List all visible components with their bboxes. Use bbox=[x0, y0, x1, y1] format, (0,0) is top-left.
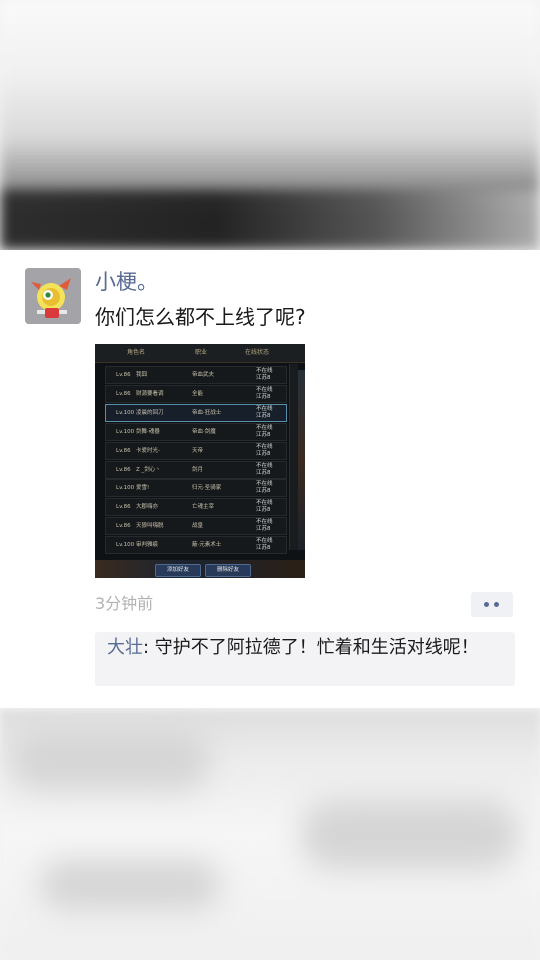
image-scrollbar bbox=[289, 364, 298, 550]
post-text: 你们怎么都不上线了呢? bbox=[95, 305, 306, 329]
image-table-row: Lv.86 我囧 帝血武夫 不在线 江苏8 bbox=[105, 366, 287, 384]
comments-section: 大壮: 守护不了阿拉德了！忙着和生活对线呢！ bbox=[95, 632, 515, 686]
image-row-job: 帝血·剑魔 bbox=[192, 428, 216, 435]
image-table-header: 角色名 职业 在线状态 bbox=[95, 344, 305, 363]
anime-character-icon bbox=[25, 268, 81, 324]
more-actions-button[interactable] bbox=[471, 592, 513, 617]
image-row-level: Lv.100 bbox=[116, 542, 135, 549]
image-row-level: Lv.100 bbox=[116, 428, 135, 435]
image-table-row: Lv.86 Z _剑心丶 剑月 不在线 江苏8 bbox=[105, 460, 287, 479]
post-image-game-friend-list[interactable]: 角色名 职业 在线状态 离线 Lv.86我囧帝血武夫不在线江苏8Lv.86财源要… bbox=[95, 344, 305, 578]
image-row-name: 我囧 bbox=[136, 372, 148, 378]
image-row-job: 天帝 bbox=[192, 447, 204, 454]
image-row-name: 大郡嗨亦 bbox=[136, 504, 159, 511]
image-row-level: Lv.100 bbox=[116, 485, 135, 492]
image-row-name: Z _剑心丶 bbox=[136, 466, 161, 473]
more-dots-icon bbox=[494, 602, 499, 607]
image-row-job: 剑月 bbox=[192, 466, 204, 473]
comment-separator: : bbox=[143, 637, 155, 658]
image-header-name: 角色名 bbox=[127, 349, 146, 356]
image-row-status-line: 江苏8 bbox=[256, 393, 271, 400]
image-table-row: Lv.100 凌晨的回刀 帝血·狂战士 不在线 江苏8 bbox=[105, 403, 287, 422]
image-row-status-line: 江苏8 bbox=[256, 526, 271, 533]
image-table-row: Lv.100 审判雅痕 蔽·元素术士 不在线 江苏8 bbox=[105, 536, 287, 555]
image-row-level: Lv.86 bbox=[116, 372, 131, 378]
image-row-status-line: 不在线 bbox=[256, 368, 273, 374]
blurred-background-bottom bbox=[0, 710, 540, 960]
image-row-status-line: 江苏8 bbox=[256, 545, 271, 552]
image-row-status-line: 江苏8 bbox=[256, 431, 271, 438]
image-row-job: 蔽·元素术士 bbox=[192, 542, 222, 549]
image-row-status-line: 不在线 bbox=[256, 462, 273, 469]
image-table-row: Lv.86 卡爱时光- 天帝 不在线 江苏8 bbox=[105, 441, 287, 460]
blurred-background-top bbox=[0, 0, 540, 250]
image-row-name: 剑舞·魂器 bbox=[136, 428, 160, 435]
image-row-status-line: 不在线 bbox=[256, 424, 273, 431]
image-row-level: Lv.86 bbox=[116, 466, 131, 473]
image-row-level: Lv.86 bbox=[116, 504, 131, 511]
image-footer: 添加好友 删除好友 bbox=[95, 560, 305, 578]
image-row-status-line: 江苏8 bbox=[256, 450, 271, 457]
image-row-status: 不在线 江苏8 bbox=[256, 500, 273, 514]
image-row-status: 不在线 江苏8 bbox=[256, 387, 273, 401]
image-row-level: Lv.86 bbox=[116, 447, 131, 454]
image-row-name: 财源要看调 bbox=[136, 390, 164, 397]
image-row-status: 不在线 江苏8 bbox=[256, 481, 273, 495]
image-row-status-line: 江苏8 bbox=[256, 469, 271, 476]
image-row-status-line: 不在线 bbox=[256, 443, 273, 450]
image-delete-friend-button: 删除好友 bbox=[205, 564, 251, 577]
image-row-name: 卡爱时光- bbox=[136, 447, 160, 454]
image-row-status-line: 不在线 bbox=[256, 386, 273, 393]
image-row-level: Lv.86 bbox=[116, 523, 131, 530]
image-header-status: 在线状态 bbox=[245, 349, 270, 356]
image-row-job: 全能 bbox=[192, 390, 204, 397]
image-table-row: Lv.86 天狼叫嗨脱 战皇 不在线 江苏8 bbox=[105, 517, 287, 536]
image-table-row: Lv.100 剑舞·魂器 帝血·剑魔 不在线 江苏8 bbox=[105, 422, 287, 441]
image-row-status-line: 不在线 bbox=[256, 405, 273, 412]
image-row-job: 亡魂主宰 bbox=[192, 504, 215, 511]
image-row-status-line: 江苏8 bbox=[256, 412, 271, 419]
image-row-status: 不在线 江苏8 bbox=[256, 463, 273, 477]
image-row-job: 归元·圣骑家 bbox=[192, 485, 222, 492]
image-table-row: Lv.100 爱雪! 归元·圣骑家 不在线 江苏8 bbox=[105, 479, 287, 498]
image-row-job: 帝血·狂战士 bbox=[192, 409, 222, 416]
image-row-name: 审判雅痕 bbox=[136, 542, 159, 549]
image-row-status: 不在线 江苏8 bbox=[256, 444, 273, 458]
image-row-status-line: 江苏8 bbox=[256, 507, 271, 514]
comment-author[interactable]: 大壮 bbox=[107, 637, 143, 658]
image-row-name: 凌晨的回刀 bbox=[136, 409, 164, 416]
moments-post-card: 小梗。 你们怎么都不上线了呢? 角色名 职业 在线状态 离线 Lv.86我囧帝血… bbox=[0, 250, 540, 708]
image-add-friend-button: 添加好友 bbox=[155, 564, 201, 577]
image-row-job: 帝血武夫 bbox=[192, 372, 215, 378]
image-row-status: 不在线 江苏8 bbox=[256, 519, 273, 533]
image-row-status: 不在线 江苏8 bbox=[256, 368, 273, 382]
image-row-status-line: 江苏8 bbox=[256, 375, 271, 381]
image-row-level: Lv.86 bbox=[116, 390, 131, 397]
image-row-status: 不在线 江苏8 bbox=[256, 425, 273, 439]
avatar[interactable] bbox=[25, 268, 81, 324]
post-author-name[interactable]: 小梗。 bbox=[95, 268, 158, 296]
image-row-name: 爱雪! bbox=[136, 485, 150, 492]
more-dots-icon bbox=[484, 602, 489, 607]
image-table-row: Lv.86 大郡嗨亦 亡魂主宰 不在线 江苏8 bbox=[105, 498, 287, 517]
image-row-level: Lv.100 bbox=[116, 409, 135, 416]
comment-item[interactable]: 大壮: 守护不了阿拉德了！忙着和生活对线呢！ bbox=[107, 636, 507, 659]
image-header-job: 职业 bbox=[195, 349, 208, 356]
image-row-status: 不在线 江苏8 bbox=[256, 538, 273, 552]
comment-text: 守护不了阿拉德了！忙着和生活对线呢！ bbox=[154, 637, 479, 658]
image-row-status-line: 江苏8 bbox=[256, 488, 271, 495]
image-row-name: 天狼叫嗨脱 bbox=[136, 523, 164, 530]
image-row-status: 不在线 江苏8 bbox=[256, 406, 273, 420]
image-row-job: 战皇 bbox=[192, 523, 204, 530]
image-table-row: Lv.86 财源要看调 全能 不在线 江苏8 bbox=[105, 384, 287, 403]
post-timestamp: 3分钟前 bbox=[95, 594, 154, 613]
